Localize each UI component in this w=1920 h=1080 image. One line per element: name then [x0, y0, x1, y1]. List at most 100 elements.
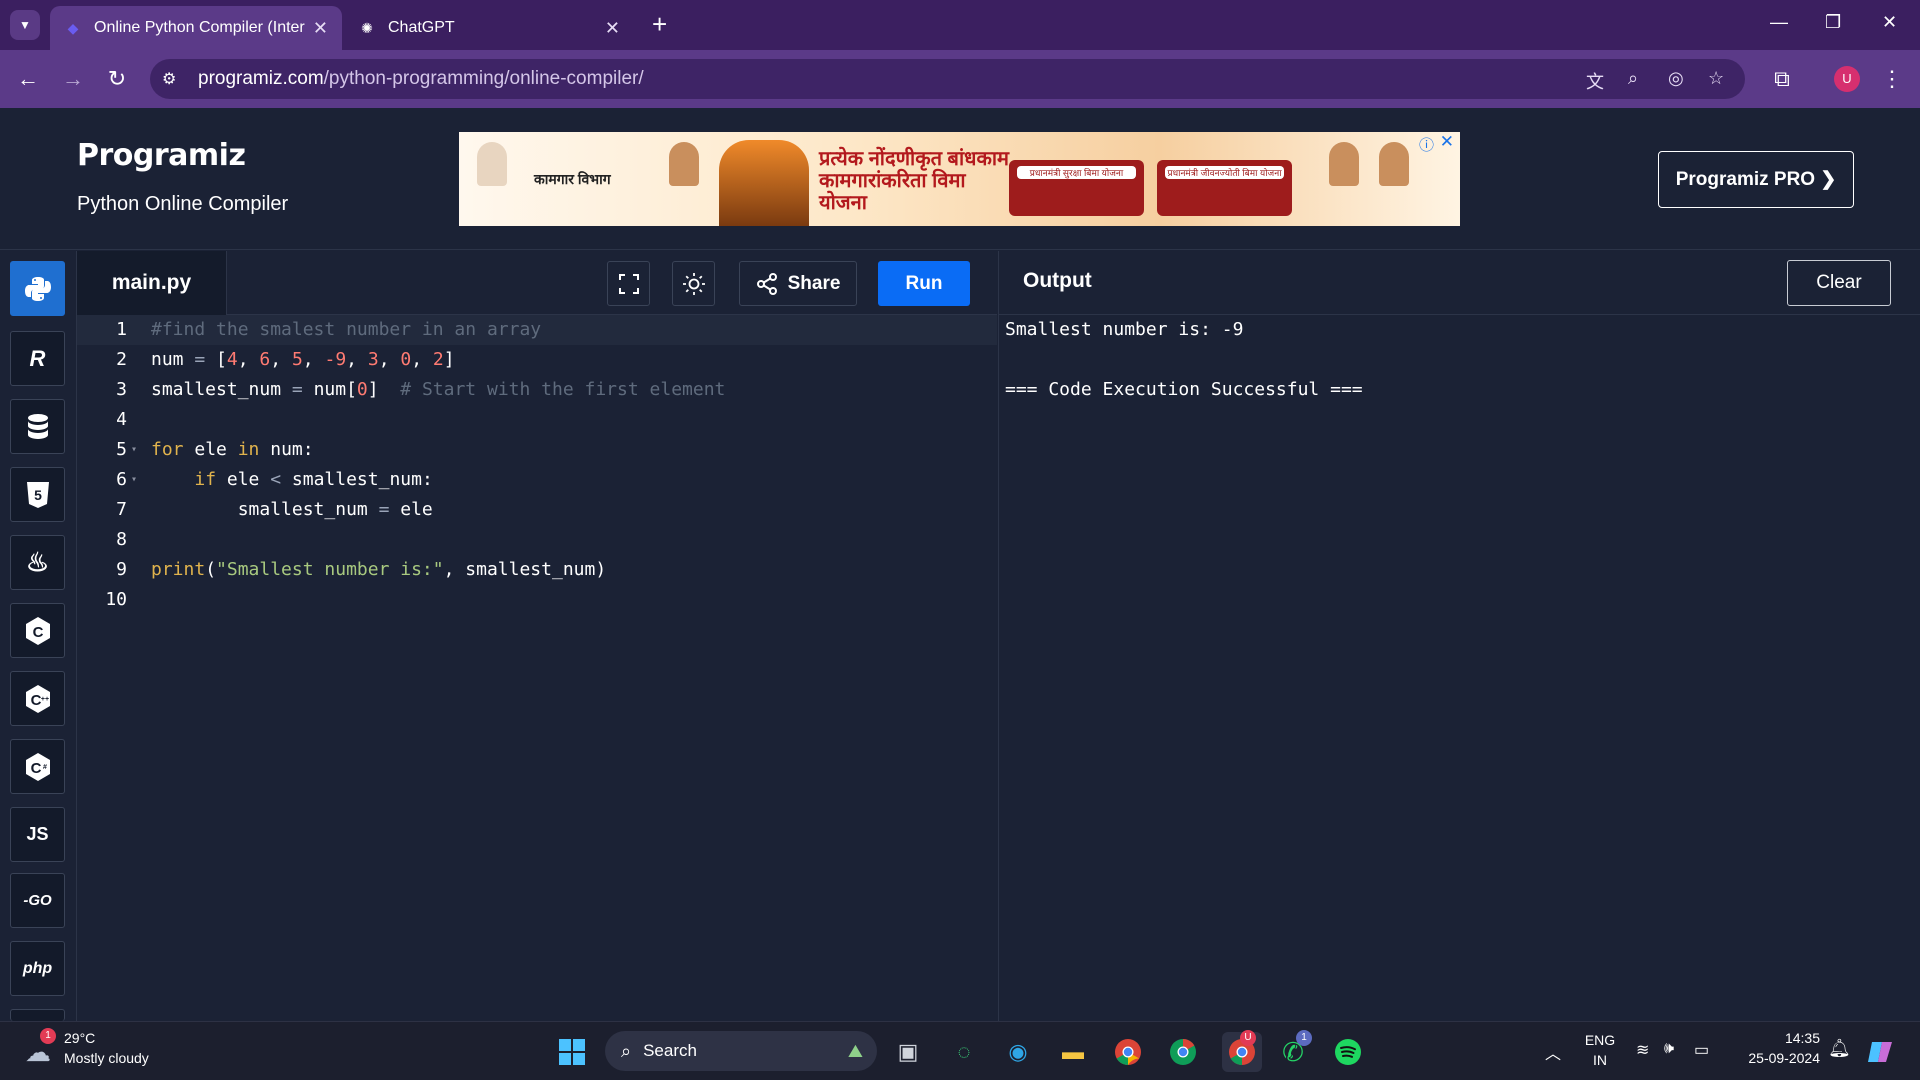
browser-tab-strip: ▼ ◆ Online Python Compiler (Interp ✕ ✺ C… [0, 0, 1920, 50]
profile-avatar[interactable]: U [1834, 66, 1860, 92]
back-icon[interactable]: ← [13, 64, 43, 94]
lang-c-icon[interactable]: C [10, 603, 65, 658]
chevron-down-icon: ▼ [19, 18, 31, 32]
lang-go-icon[interactable]: -GO [10, 873, 65, 928]
svg-text:5: 5 [34, 487, 42, 503]
lang-glyph: ♨ [25, 547, 50, 577]
lang-java-icon[interactable]: ♨ [10, 535, 65, 590]
tab-chatgpt[interactable]: ✺ ChatGPT ✕ [344, 6, 634, 50]
close-tab-icon[interactable]: ✕ [313, 18, 328, 39]
lang-glyph: R [29, 345, 46, 371]
menu-dots-icon[interactable]: ⋮ [1877, 64, 1907, 94]
clock-time[interactable]: 14:35 [1736, 1030, 1820, 1046]
output-header: Output Clear [998, 251, 1920, 315]
programiz-favicon-icon: ◆ [67, 19, 79, 36]
notification-bell-icon[interactable]: 🔔︎ [1828, 1038, 1851, 1059]
ad-headline: प्रत्येक नोंदणीकृत बांधकाम कामगारांकरिता… [819, 148, 1009, 214]
windows-start-icon[interactable] [556, 1036, 588, 1068]
close-tab-icon[interactable]: ✕ [605, 18, 620, 39]
chrome-icon[interactable] [1112, 1036, 1144, 1068]
output-line: Smallest number is: -9 [1005, 319, 1244, 340]
task-view-icon[interactable]: ▣ [892, 1036, 924, 1068]
input-language-bottom[interactable]: IN [1584, 1052, 1616, 1068]
line-number: 2 [116, 349, 127, 370]
forward-icon[interactable]: → [58, 64, 88, 94]
edge-icon[interactable]: ◉ [1002, 1036, 1034, 1068]
weather-desc[interactable]: Mostly cloudy [64, 1050, 149, 1066]
adchoices-icon[interactable]: ⓘ [1419, 134, 1434, 155]
share-button[interactable]: Share [739, 261, 857, 306]
ad-scheme-label: प्रधानमंत्री सुरक्षा बिमा योजना [1017, 166, 1136, 179]
code-line: 4 [77, 405, 997, 435]
lang-cpp-icon[interactable]: C ++ [10, 671, 65, 726]
lang-csharp-icon[interactable]: C # [10, 739, 65, 794]
lang-sql-database-icon[interactable] [10, 399, 65, 454]
tracking-eye-off-icon[interactable]: ◎ [1668, 68, 1684, 89]
tab-online-python-compiler[interactable]: ◆ Online Python Compiler (Interp ✕ [50, 6, 342, 50]
volume-icon[interactable]: 🕪 [1664, 1040, 1674, 1058]
ad-portrait-image [1379, 142, 1409, 186]
clock-date[interactable]: 25-09-2024 [1736, 1050, 1820, 1066]
reload-icon[interactable]: ↻ [102, 64, 132, 94]
input-language-top[interactable]: ENG [1584, 1032, 1616, 1048]
wifi-icon[interactable]: ≋ [1636, 1040, 1649, 1060]
minimize-icon[interactable]: — [1770, 12, 1788, 33]
url-path: /python-programming/online-compiler/ [323, 68, 644, 89]
ad-portrait-image [669, 142, 699, 186]
ad-department-text: कामगार विभाग [534, 171, 611, 187]
fold-arrow-icon[interactable]: ▾ [131, 465, 137, 495]
lang-php-icon[interactable]: php [10, 941, 65, 996]
bookmark-star-icon[interactable]: ☆ [1708, 68, 1724, 89]
address-bar[interactable]: ⚙ programiz.com/python-programming/onlin… [150, 59, 1745, 99]
new-tab-button[interactable]: + [652, 11, 667, 37]
advertisement-banner[interactable]: कामगार विभाग प्रत्येक नोंदणीकृत बांधकाम … [459, 132, 1460, 226]
code-editor[interactable]: 1 #find the smalest number in an array 2n… [77, 315, 997, 1021]
restore-icon[interactable]: ❐ [1825, 12, 1841, 33]
copilot-ring-icon[interactable]: ◌ [948, 1036, 980, 1068]
line-number: 10 [105, 589, 127, 610]
line-number: 7 [116, 499, 127, 520]
battery-icon[interactable]: ▭ [1694, 1040, 1709, 1060]
fold-arrow-icon[interactable]: ▾ [131, 435, 137, 465]
translate-icon[interactable]: 文 [1586, 68, 1604, 94]
lang-glyph: JS [26, 824, 49, 844]
spotify-icon[interactable] [1332, 1036, 1364, 1068]
output-console[interactable]: Smallest number is: -9 === Code Executio… [998, 315, 1920, 1021]
run-button[interactable]: Run [878, 261, 970, 306]
site-info-icon[interactable]: ⚙ [162, 69, 184, 89]
svg-text:C: C [32, 624, 43, 641]
tab-search-button[interactable]: ▼ [10, 10, 40, 40]
fullscreen-icon[interactable] [607, 261, 650, 306]
editor-toolbar: main.py Share Run [77, 251, 997, 315]
whatsapp-badge: 1 [1296, 1030, 1312, 1046]
taskbar-search-box[interactable]: ⌕ Search ⛰ [605, 1031, 877, 1071]
line-number: 8 [116, 529, 127, 550]
zoom-icon[interactable]: ⌕ [1628, 68, 1638, 89]
programiz-logo[interactable]: Programiz [77, 138, 246, 173]
language-sidebar: R 5 ♨ C C ++ C # JS -GO php [0, 251, 77, 1021]
output-title: Output [1023, 269, 1092, 292]
clear-button[interactable]: Clear [1787, 260, 1891, 306]
lang-more-partial[interactable] [10, 1009, 65, 1021]
line-number: 5 [116, 439, 127, 460]
line-number: 4 [116, 409, 127, 430]
copilot-icon[interactable] [1864, 1036, 1896, 1068]
file-explorer-icon[interactable]: ▬ [1057, 1036, 1089, 1068]
close-window-icon[interactable]: ✕ [1882, 12, 1897, 33]
chrome-profile-icon[interactable] [1167, 1036, 1199, 1068]
svg-text:C: C [30, 760, 41, 777]
lang-r-icon[interactable]: R [10, 331, 65, 386]
show-hidden-icons-chevron-icon[interactable]: ︿ [1545, 1040, 1561, 1064]
lang-python-icon[interactable] [10, 261, 65, 316]
code-line: 6 ▾ if ele < smallest_num: [77, 465, 997, 495]
ad-scheme-label: प्रधानमंत्री जीवनज्योती बिमा योजना [1165, 166, 1284, 179]
file-tab-main-py[interactable]: main.py [77, 251, 227, 315]
theme-toggle-sun-icon[interactable] [672, 261, 715, 306]
extensions-icon[interactable]: ⧉ [1767, 64, 1797, 94]
programiz-pro-button[interactable]: Programiz PRO ❯ [1658, 151, 1854, 208]
ad-close-icon[interactable]: ✕ [1440, 132, 1454, 152]
lang-html5-icon[interactable]: 5 [10, 467, 65, 522]
weather-temp[interactable]: 29°C [64, 1030, 95, 1046]
lang-javascript-icon[interactable]: JS [10, 807, 65, 862]
browser-toolbar: ← → ↻ ⚙ programiz.com/python-programming… [0, 50, 1920, 108]
